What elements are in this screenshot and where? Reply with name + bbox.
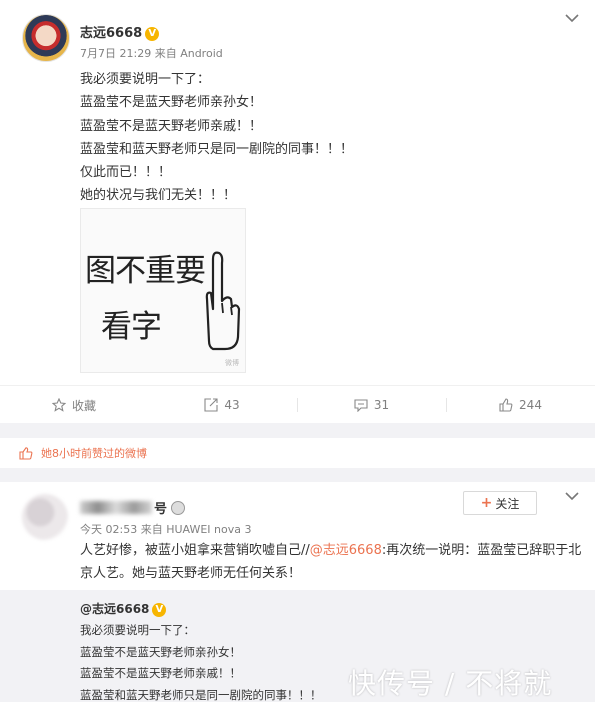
thumbs-up-icon xyxy=(19,446,33,460)
author-avatar[interactable] xyxy=(22,14,70,62)
post-action-bar: 收藏 43 31 244 xyxy=(0,385,595,424)
chevron-down-icon[interactable] xyxy=(565,14,579,23)
verified-badge-icon: V xyxy=(145,27,160,41)
repost-button[interactable]: 43 xyxy=(148,386,296,424)
star-icon xyxy=(51,398,66,412)
post-text: 人艺好惨，被蓝小姐拿来营销吹嘘自己//@志远6668:再次统一说明：蓝盈莹已辞职… xyxy=(80,543,582,581)
follow-button[interactable]: + 关注 xyxy=(463,491,537,515)
pointing-hand-icon xyxy=(205,251,241,351)
post-image[interactable]: 图不重要 看字 微博 xyxy=(80,208,246,373)
post-source: 来自 Android xyxy=(154,47,223,60)
verified-badge-icon: V xyxy=(152,603,167,617)
like-button[interactable]: 244 xyxy=(446,386,595,424)
liked-notice: 她8小时前赞过的微博 xyxy=(0,438,595,468)
comment-icon xyxy=(354,399,368,412)
site-watermark: 快传号 / 不将就 xyxy=(348,667,553,700)
post-text: 我必须要说明一下了： 蓝盈莹不是蓝天野老师亲孙女！ 蓝盈莹不是蓝天野老师亲戚！！… xyxy=(80,72,354,204)
post-meta: 7月7日 21:29 来自 Android xyxy=(80,45,223,61)
member-badge-icon xyxy=(171,500,186,515)
author-name[interactable]: 志远6668 V xyxy=(80,22,160,41)
favorite-button[interactable]: 收藏 xyxy=(0,386,148,424)
quoted-text: 我必须要说明一下了： 蓝盈莹不是蓝天野老师亲孙女！ 蓝盈莹不是蓝天野老师亲戚！！… xyxy=(80,623,322,702)
post-time[interactable]: 7月7日 21:29 xyxy=(80,47,151,60)
repost-icon xyxy=(204,398,218,412)
image-text-line1: 图不重要 xyxy=(85,253,206,289)
image-watermark: 微博 xyxy=(225,359,239,367)
comment-button[interactable]: 31 xyxy=(297,386,446,424)
blurred-username xyxy=(80,501,152,514)
post-meta: 今天 02:53 来自 HUAWEI nova 3 xyxy=(80,521,251,537)
feed-divider xyxy=(0,468,595,482)
mention-link[interactable]: @志远6668 xyxy=(310,543,382,558)
plus-icon: + xyxy=(480,495,493,511)
quoted-author[interactable]: @志远6668 V xyxy=(80,600,167,617)
post-source: 来自 HUAWEI nova 3 xyxy=(140,523,252,536)
chevron-down-icon[interactable] xyxy=(565,492,579,501)
post-time[interactable]: 今天 02:53 xyxy=(80,523,137,536)
thumbs-up-icon xyxy=(499,398,513,412)
image-text-line2: 看字 xyxy=(101,309,162,345)
author-name[interactable]: 号 xyxy=(80,498,186,517)
feed-divider xyxy=(0,423,595,438)
weibo-post-original: 志远6668 V 7月7日 21:29 来自 Android 我必须要说明一下了：… xyxy=(0,0,595,385)
author-avatar[interactable] xyxy=(22,494,68,540)
